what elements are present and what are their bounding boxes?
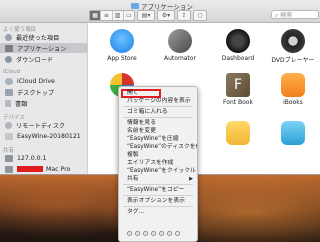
sidebar-item-desktop[interactable]: デスクトップ [0,87,87,97]
app-item-dvd-player[interactable]: DVDプレーヤー [264,29,320,64]
menu-item-make-alias[interactable]: エイリアスを作成 [119,159,197,167]
tag-dot[interactable] [167,231,172,236]
column-view-button[interactable]: ▥ [113,11,124,20]
sidebar-item-icloud-drive[interactable]: iCloud Drive [0,76,87,86]
tag-dot[interactable] [151,231,156,236]
app-item-app-store[interactable]: App Store [93,29,151,62]
app-icon-partial-2 [226,121,250,145]
font-book-icon: F [226,73,250,97]
sidebar-item-recents[interactable]: 最近使った項目 [0,32,87,42]
app-store-icon [110,29,134,53]
app-item-automator[interactable]: Automator [151,29,209,62]
sidebar-item-easywine-disk[interactable]: EasyWine-20180121 [0,131,87,141]
redaction-bar [17,166,43,172]
menu-separator [123,184,193,185]
dvd-player-icon [281,29,305,53]
tag-dot[interactable] [135,231,140,236]
disc-icon [5,121,12,129]
finder-sidebar: よく使う項目 最近使った項目 アプリケーション ダウンロード iCloud iC… [0,23,88,174]
share-button[interactable]: ⇪ [177,10,191,21]
menu-item-burn-to-disc[interactable]: “EasyWine”のディスクを作成... [119,143,197,151]
menu-separator [123,206,193,207]
search-input[interactable]: ⌕ 検索 [271,10,319,19]
menu-item-show-package-contents[interactable]: パッケージの内容を表示 [119,97,197,105]
menu-item-move-to-trash[interactable]: ゴミ箱に入れる [119,108,197,116]
sidebar-header-icloud: iCloud [3,69,21,75]
sidebar-item-mac-pro[interactable]: Mac Pro [0,164,87,174]
tag-button[interactable]: ○ [193,10,207,21]
menu-item-share[interactable]: 共有 ▶ [119,175,197,183]
list-view-button[interactable]: ≡ [101,11,113,20]
tag-dot[interactable] [159,231,164,236]
automator-icon [168,29,192,53]
submenu-arrow-icon: ▶ [189,176,193,182]
sidebar-item-remote-disc[interactable]: リモートディスク [0,120,87,130]
clock-icon [5,33,12,41]
menu-item-quick-look[interactable]: “EasyWine”をクイックルック [119,167,197,175]
tag-dot[interactable] [127,231,132,236]
computer-icon [5,165,13,173]
icon-view-button[interactable]: ▦ [90,11,102,20]
menu-item-tags[interactable]: タグ... [119,208,197,216]
app-icon-partial-3 [281,121,305,145]
app-item-font-book[interactable]: F Font Book [209,73,267,106]
cloud-icon [5,77,13,85]
app-item-ibooks[interactable]: iBooks [264,73,320,106]
app-item-dashboard[interactable]: Dashboard [209,29,267,62]
gallery-view-button[interactable]: ▭ [124,11,134,20]
arrange-button[interactable]: ▤▾ [137,10,155,21]
view-mode-group[interactable]: ▦ ≡ ▥ ▭ [89,10,135,21]
action-button[interactable]: ⚙▾ [157,10,175,21]
menu-item-compress[interactable]: “EasyWine”を圧縮 [119,135,197,143]
tag-dot[interactable] [175,231,180,236]
desktop-icon [5,88,13,96]
share-label: 共有 [127,176,139,182]
tag-color-dots [127,231,180,236]
search-placeholder: 検索 [280,12,293,19]
computer-icon [5,154,13,162]
menu-item-duplicate[interactable]: 複製 [119,151,197,159]
folder-icon [131,3,139,9]
sidebar-item-localhost[interactable]: 127.0.0.1 [0,153,87,163]
document-icon [5,99,11,107]
menu-separator [123,117,193,118]
menu-item-open[interactable]: 開く [119,89,197,97]
applications-icon [5,44,13,52]
menu-separator [123,195,193,196]
dashboard-icon [226,29,250,53]
ibooks-icon [281,73,305,97]
app-item-partial-3[interactable] [264,121,320,145]
tag-dot[interactable] [143,231,148,236]
menu-item-copy[interactable]: “EasyWine”をコピー [119,186,197,194]
disk-icon [5,132,13,140]
download-icon [5,55,12,63]
menu-item-rename[interactable]: 名前を変更 [119,127,197,135]
app-item-partial-2[interactable] [209,121,267,145]
menu-item-show-view-options[interactable]: 表示オプションを表示 [119,197,197,205]
sidebar-item-documents[interactable]: 書類 [0,98,87,108]
menu-item-get-info[interactable]: 情報を見る [119,119,197,127]
sidebar-item-applications[interactable]: アプリケーション [0,43,87,53]
finder-toolbar: アプリケーション ▦ ≡ ▥ ▭ ▤▾ ⚙▾ ⇪ ○ ⌕ 検索 [0,0,320,23]
sidebar-item-downloads[interactable]: ダウンロード [0,54,87,64]
menu-separator [123,106,193,107]
context-menu: 開く パッケージの内容を表示 ゴミ箱に入れる 情報を見る 名前を変更 “Easy… [118,86,198,242]
